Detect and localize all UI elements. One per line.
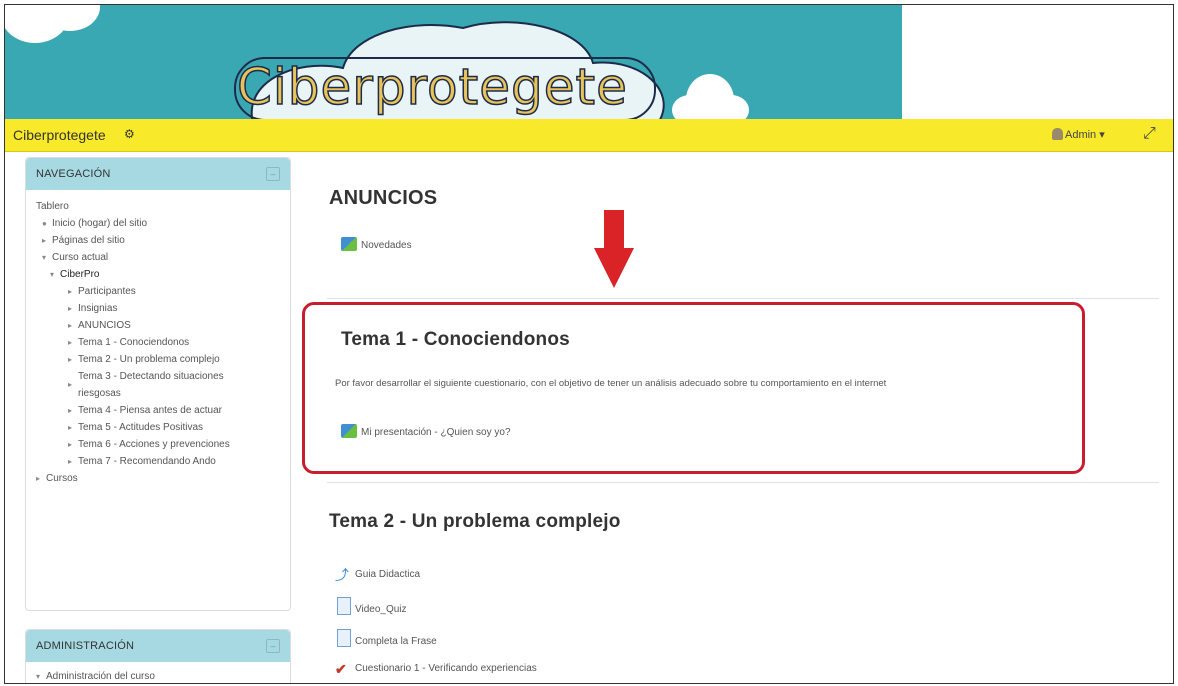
nav-item-inicio[interactable]: ● Inicio (hogar) del sitio [36,215,268,232]
nav-item-participantes[interactable]: ▸ Participantes [36,283,268,300]
chevron-right-icon: ▸ [42,236,47,245]
collapse-icon[interactable]: – [266,167,280,181]
user-icon [1052,128,1063,140]
url-icon: ⤴ [335,567,349,583]
navigation-block: NAVEGACIÓN – Tablero ● Inicio (hogar) del… [25,157,291,611]
section-title-anuncios: ANUNCIOS [329,187,438,209]
nav-item-tema2[interactable]: ▸ Tema 2 - Un problema complejo [36,351,268,368]
collapse-icon[interactable]: – [266,639,280,653]
chevron-right-icon: ▸ [68,355,73,364]
user-menu-label: Admin ▾ [1065,129,1105,141]
site-brand-link[interactable]: Ciberprotegete [13,127,106,143]
section-divider [327,482,1159,483]
chevron-right-icon: ▸ [68,321,73,330]
chevron-right-icon: ▸ [68,423,73,432]
chevron-right-icon: ▸ [68,380,73,389]
activity-novedades[interactable]: Novedades [341,237,412,251]
page-frame: Ciberprotegete Ciberprotegete ⚙ Admin ▾ … [4,4,1174,684]
page-icon [337,629,351,647]
administration-block: ADMINISTRACIÓN – ▾ Administración del cur… [25,629,291,683]
navigation-block-header: NAVEGACIÓN – [26,158,290,190]
nav-item-tema1[interactable]: ▸ Tema 1 - Conociendonos [36,334,268,351]
chevron-right-icon: ▸ [68,406,73,415]
chevron-down-icon: ▾ [36,672,41,681]
cloud-decoration-right [672,74,749,119]
nav-item-insignias[interactable]: ▸ Insignias [36,300,268,317]
section-divider [327,298,1159,299]
administration-tree: ▾ Administración del curso [36,668,155,683]
nav-item-tema3[interactable]: ▸ Tema 3 - Detectando situaciones riesgos… [36,368,268,402]
page-icon [337,597,351,615]
site-banner: Ciberprotegete [5,5,902,119]
nav-item-tema6[interactable]: ▸ Tema 6 - Acciones y prevenciones [36,436,268,453]
nav-item-tema7[interactable]: ▸ Tema 7 - Recomendando Ando [36,453,268,470]
bullet-icon: ● [42,219,47,228]
navigation-title: NAVEGACIÓN [36,168,111,180]
section-title-tema2: Tema 2 - Un problema complejo [329,511,621,532]
chevron-right-icon: ▸ [36,474,41,483]
navigation-tree: Tablero ● Inicio (hogar) del sitio ▸ Págin… [36,198,268,487]
activity-guia-didactica[interactable]: ⤴ Guia Didactica [335,565,420,583]
activity-completa-frase[interactable]: Completa la Frase [337,629,437,647]
settings-icon[interactable]: ⚙ [124,127,135,141]
nav-item-paginas[interactable]: ▸ Páginas del sitio [36,232,268,249]
chevron-down-icon: ▾ [50,270,55,279]
nav-item-ciberpro[interactable]: ▾ CiberPro [36,266,268,283]
chevron-right-icon: ▸ [68,338,73,347]
tema1-description: Por favor desarrollar el siguiente cuest… [335,378,887,389]
nav-item-tema4[interactable]: ▸ Tema 4 - Piensa antes de actuar [36,402,268,419]
activity-mi-presentacion[interactable]: Mi presentación - ¿Quien soy yo? [341,424,511,438]
activity-video-quiz[interactable]: Video_Quiz [337,597,407,615]
administration-block-header: ADMINISTRACIÓN – [26,630,290,662]
forum-icon [341,237,357,251]
red-arrow-down-icon [594,210,634,288]
nav-item-tema5[interactable]: ▸ Tema 5 - Actitudes Positivas [36,419,268,436]
top-navbar: Ciberprotegete ⚙ Admin ▾ ⤢ [5,119,1173,152]
nav-item-cursos[interactable]: ▸ Cursos [36,470,268,487]
chevron-right-icon: ▸ [68,457,73,466]
user-menu[interactable]: Admin ▾ [1052,128,1105,141]
chevron-right-icon: ▸ [68,304,73,313]
forum-icon [341,424,357,438]
chevron-down-icon: ▾ [42,253,47,262]
cloud-decoration [5,5,100,43]
chevron-right-icon: ▸ [68,287,73,296]
nav-item-curso-actual[interactable]: ▾ Curso actual [36,249,268,266]
banner-title: Ciberprotegete [236,57,628,117]
nav-item-administracion-curso[interactable]: ▾ Administración del curso [36,668,155,683]
quiz-icon: ✔ [335,661,347,677]
expand-icon[interactable]: ⤢ [1143,125,1156,143]
nav-item-tablero[interactable]: Tablero [36,198,268,215]
chevron-right-icon: ▸ [68,440,73,449]
section-title-tema1: Tema 1 - Conociendonos [341,329,570,350]
administration-title: ADMINISTRACIÓN [36,640,135,652]
activity-cuestionario-1[interactable]: ✔ Cuestionario 1 - Verificando experienci… [335,661,537,677]
nav-item-anuncios[interactable]: ▸ ANUNCIOS [36,317,268,334]
